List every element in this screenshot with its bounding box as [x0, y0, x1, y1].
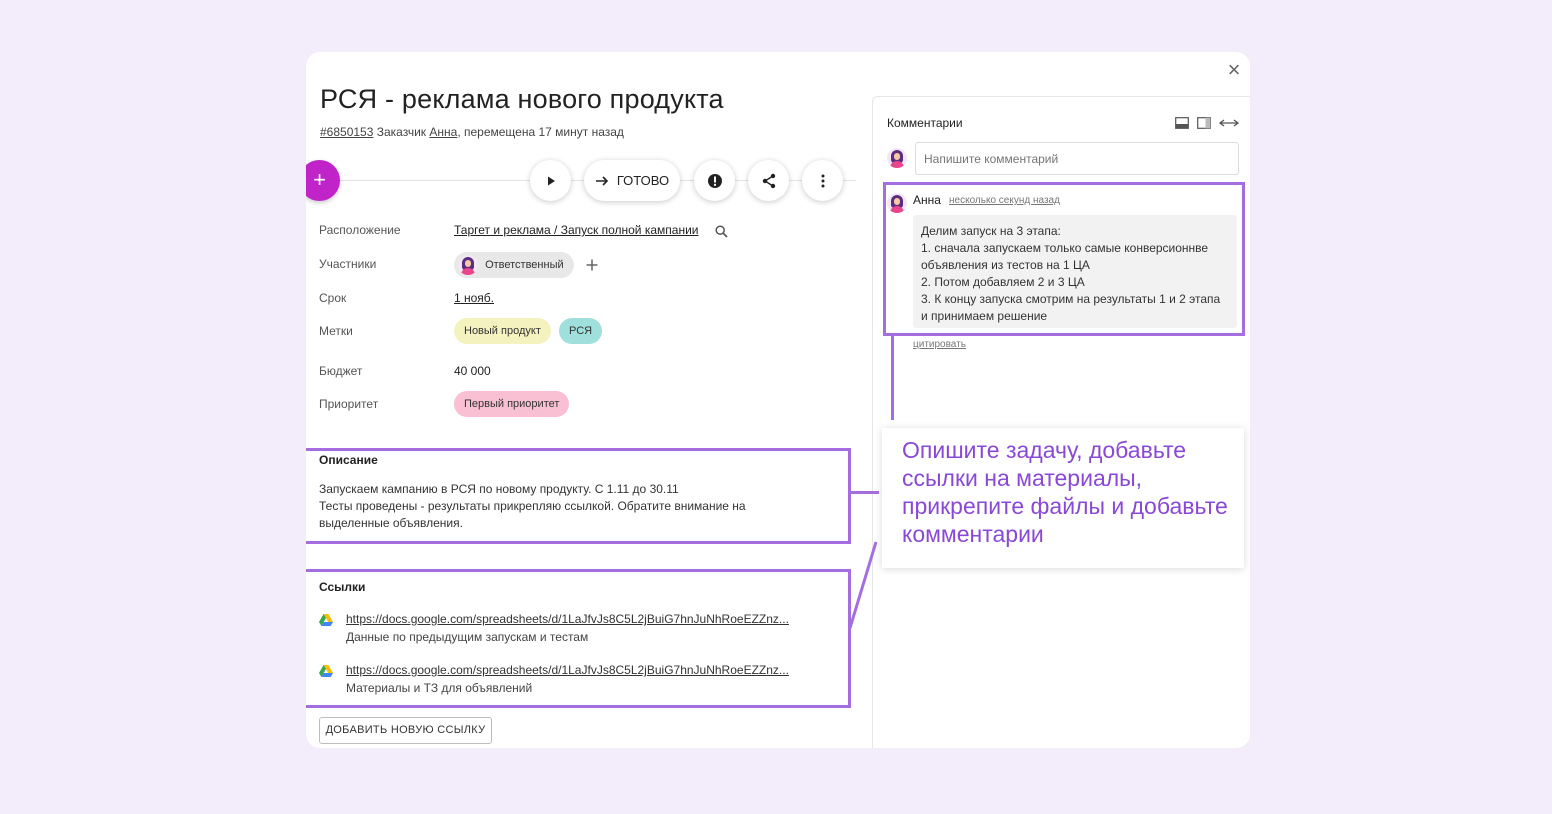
- quote-link[interactable]: цитировать: [913, 339, 966, 350]
- avatar: [458, 255, 478, 276]
- location-label: Расположение: [319, 223, 401, 237]
- tag-rsya[interactable]: РСЯ: [559, 318, 603, 344]
- connector-line: [851, 491, 879, 494]
- participant-chip-label: Ответственный: [485, 259, 564, 271]
- priority-chip[interactable]: Первый приоритет: [454, 391, 570, 417]
- participants-label: Участники: [319, 257, 377, 271]
- callout-text: Опишите задачу, добавьте ссылки на матер…: [902, 437, 1228, 547]
- share-icon: [762, 173, 775, 188]
- more-vertical-icon: [821, 174, 824, 187]
- description-highlight: [306, 448, 851, 544]
- tags-label: Метки: [319, 324, 353, 338]
- customer-label: Заказчик: [376, 125, 427, 139]
- alert-button[interactable]: [694, 160, 735, 201]
- avatar: [887, 148, 907, 168]
- task-id-link[interactable]: #6850153: [320, 125, 373, 139]
- participant-chip[interactable]: Ответственный: [454, 252, 574, 278]
- more-button[interactable]: [802, 160, 843, 201]
- play-icon: [547, 176, 555, 185]
- play-button[interactable]: [530, 160, 571, 201]
- arrow-right-icon: [595, 175, 609, 186]
- callout-box: Опишите задачу, добавьте ссылки на матер…: [882, 428, 1244, 568]
- moved-text: , перемещена 17 минут назад: [457, 125, 624, 139]
- share-button[interactable]: [748, 160, 789, 201]
- add-link-button[interactable]: ДОБАВИТЬ НОВУЮ ССЫЛКУ: [319, 717, 492, 744]
- comments-title: Комментарии: [887, 116, 963, 130]
- close-icon[interactable]: ×: [1224, 59, 1244, 81]
- connector-line: [848, 541, 878, 629]
- deadline-label: Срок: [319, 291, 347, 305]
- location-link[interactable]: Таргет и реклама / Запуск полной кампани…: [454, 223, 699, 237]
- alert-icon: [707, 173, 722, 188]
- comment-highlight: [883, 182, 1245, 336]
- task-meta: #6850153 Заказчик Анна, перемещена 17 ми…: [320, 125, 624, 139]
- expand-horizontal-icon[interactable]: [1219, 117, 1239, 129]
- layout-side-icon[interactable]: [1197, 117, 1211, 129]
- links-highlight: [306, 569, 851, 708]
- priority-label: Приоритет: [319, 397, 379, 411]
- budget-label: Бюджет: [319, 364, 363, 378]
- tag-new-product[interactable]: Новый продукт: [454, 318, 551, 344]
- comment-input[interactable]: [915, 142, 1239, 175]
- search-icon[interactable]: [715, 225, 728, 238]
- customer-link[interactable]: Анна: [429, 125, 457, 139]
- layout-bottom-icon[interactable]: [1175, 117, 1189, 129]
- budget-value[interactable]: 40 000: [454, 364, 491, 378]
- page-title: РСЯ - реклама нового продукта: [320, 84, 724, 114]
- panel-layout-controls: [1175, 117, 1239, 129]
- connector-line: [891, 336, 894, 420]
- done-button[interactable]: ГОТОВО: [584, 160, 680, 201]
- done-label: ГОТОВО: [616, 173, 670, 188]
- add-button[interactable]: +: [306, 160, 340, 201]
- task-card: × РСЯ - реклама нового продукта #6850153…: [306, 52, 1250, 748]
- deadline-value[interactable]: 1 нояб.: [454, 291, 494, 305]
- add-participant-icon[interactable]: [586, 259, 598, 271]
